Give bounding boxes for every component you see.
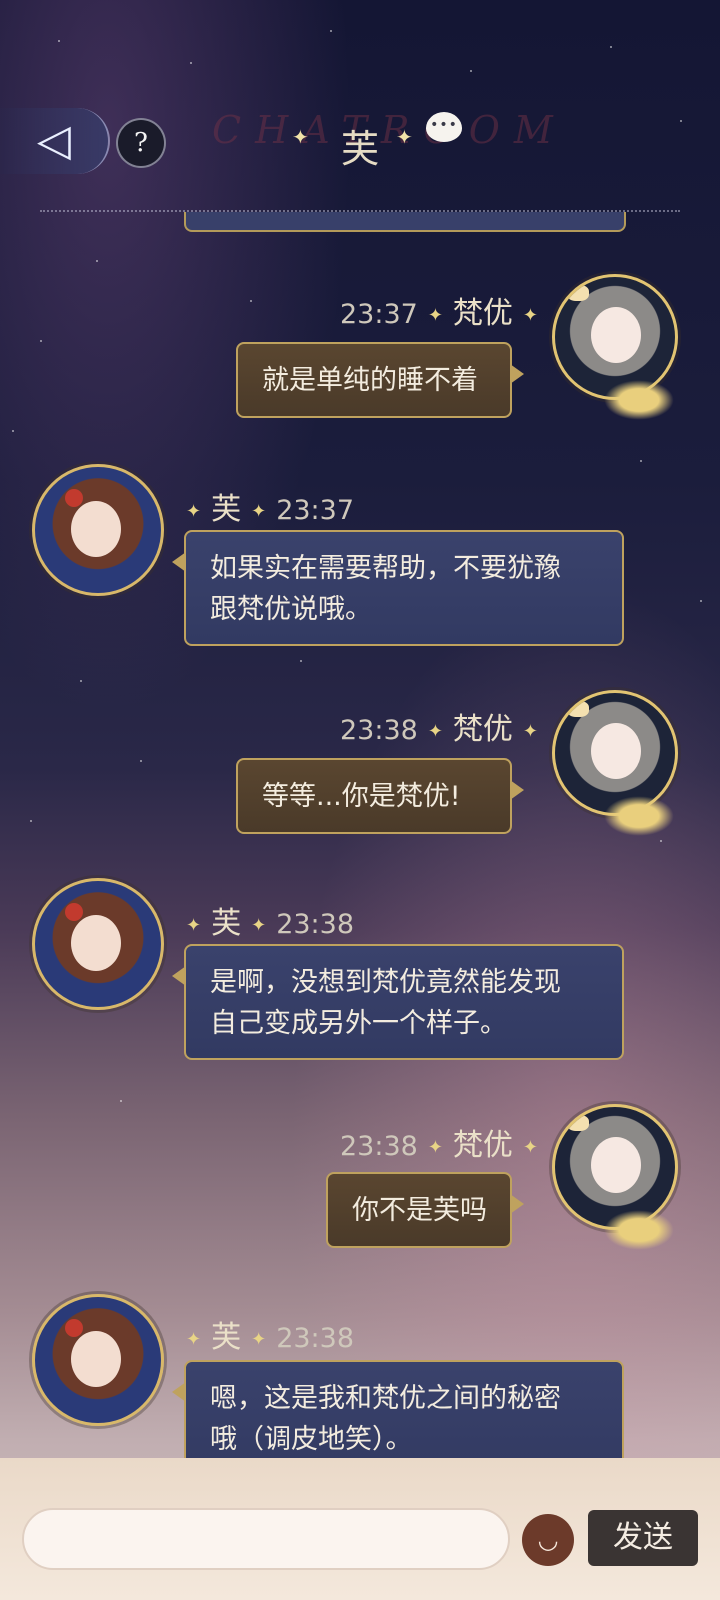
avatar-fu[interactable]: [32, 878, 164, 1010]
message-line: 嗯，这是我和梵优之间的秘密: [210, 1383, 561, 1414]
avatar-face: [71, 1331, 121, 1387]
chat-bubble-icon: •••: [426, 112, 462, 142]
floral-decoration: [604, 1210, 674, 1250]
chat-bubble-partial: [184, 212, 626, 232]
message-line: 如果实在需要帮助，不要犹豫: [210, 553, 561, 584]
floral-decoration: [604, 380, 674, 420]
page-title: 芙: [340, 127, 379, 171]
message-text: 就是单纯的睡不着: [262, 365, 478, 396]
sender-name: 芙: [211, 906, 242, 941]
message-meta: ✦ 芙 ✦ 23:38: [176, 1312, 354, 1356]
avatar-face: [591, 307, 641, 363]
avatar-fu[interactable]: [32, 464, 164, 596]
avatar-fanyou[interactable]: [552, 690, 678, 816]
sparkle-icon: ✦: [251, 501, 267, 522]
rose-icon: [65, 1319, 83, 1337]
avatar-face: [591, 723, 641, 779]
message-meta: ✦ 芙 ✦ 23:37: [176, 484, 354, 528]
sparkle-icon: ✦: [427, 305, 443, 326]
bow-icon: [567, 1115, 589, 1131]
sender-name: 芙: [211, 492, 242, 527]
sparkle-icon: ✦: [251, 915, 267, 936]
avatar-face: [71, 915, 121, 971]
bow-icon: [567, 701, 589, 717]
message-line: 是啊，没想到梵优竟然能发现: [210, 967, 561, 998]
sparkle-icon: ✦: [427, 721, 443, 742]
header-bar: ◁ ? CHATROOM ✦ 芙 ✦ •••: [0, 0, 720, 215]
sender-name: 梵优: [452, 712, 513, 747]
rose-icon: [65, 489, 83, 507]
avatar-fu[interactable]: [32, 1294, 164, 1426]
message-time: 23:38: [340, 1131, 418, 1162]
message-text: 你不是芙吗: [352, 1195, 487, 1226]
message-time: 23:38: [276, 1323, 354, 1354]
message-bubble[interactable]: 等等...你是梵优!: [236, 758, 524, 834]
message-time: 23:37: [340, 299, 418, 330]
message-meta: 23:37 ✦ 梵优 ✦: [340, 288, 548, 332]
sender-name: 梵优: [452, 1128, 513, 1163]
sender-name: 梵优: [452, 296, 513, 331]
sparkle-icon: ✦: [522, 305, 538, 326]
avatar-fanyou[interactable]: [552, 1104, 678, 1230]
message-line: 自己变成另外一个样子。: [210, 1008, 507, 1039]
sparkle-icon: ✦: [186, 915, 202, 936]
avatar-face: [591, 1137, 641, 1193]
floral-decoration: [604, 796, 674, 836]
message-time: 23:37: [276, 495, 354, 526]
message-meta: 23:38 ✦ 梵优 ✦: [340, 1120, 548, 1164]
sparkle-icon: ✦: [251, 1329, 267, 1350]
sparkle-icon: ✦: [427, 1137, 443, 1158]
smiley-face-icon: ◡: [537, 1526, 559, 1554]
sparkle-icon: ✦: [396, 125, 413, 149]
message-meta: 23:38 ✦ 梵优 ✦: [340, 704, 548, 748]
message-bubble[interactable]: 如果实在需要帮助，不要犹豫 跟梵优说哦。: [172, 530, 624, 646]
sparkle-icon: ✦: [186, 501, 202, 522]
rose-icon: [65, 903, 83, 921]
sparkle-icon: ✦: [522, 1137, 538, 1158]
sparkle-icon: ✦: [186, 1329, 202, 1350]
avatar-fanyou[interactable]: [552, 274, 678, 400]
send-button[interactable]: 发送: [588, 1510, 698, 1566]
message-bubble[interactable]: 你不是芙吗: [326, 1172, 524, 1248]
message-line: 跟梵优说哦。: [210, 594, 372, 625]
message-time: 23:38: [276, 909, 354, 940]
avatar-face: [71, 501, 121, 557]
message-input[interactable]: [22, 1508, 510, 1570]
message-bubble[interactable]: 就是单纯的睡不着: [236, 342, 524, 418]
bow-icon: [567, 285, 589, 301]
sender-name: 芙: [211, 1320, 242, 1355]
message-text: 等等...你是梵优!: [262, 781, 461, 812]
sparkle-icon: ✦: [522, 721, 538, 742]
message-meta: ✦ 芙 ✦ 23:38: [176, 898, 354, 942]
message-line: 哦（调皮地笑）。: [210, 1424, 413, 1455]
emoji-button[interactable]: ◡: [522, 1514, 574, 1566]
message-time: 23:38: [340, 715, 418, 746]
message-bubble[interactable]: 是啊，没想到梵优竟然能发现 自己变成另外一个样子。: [172, 944, 624, 1060]
